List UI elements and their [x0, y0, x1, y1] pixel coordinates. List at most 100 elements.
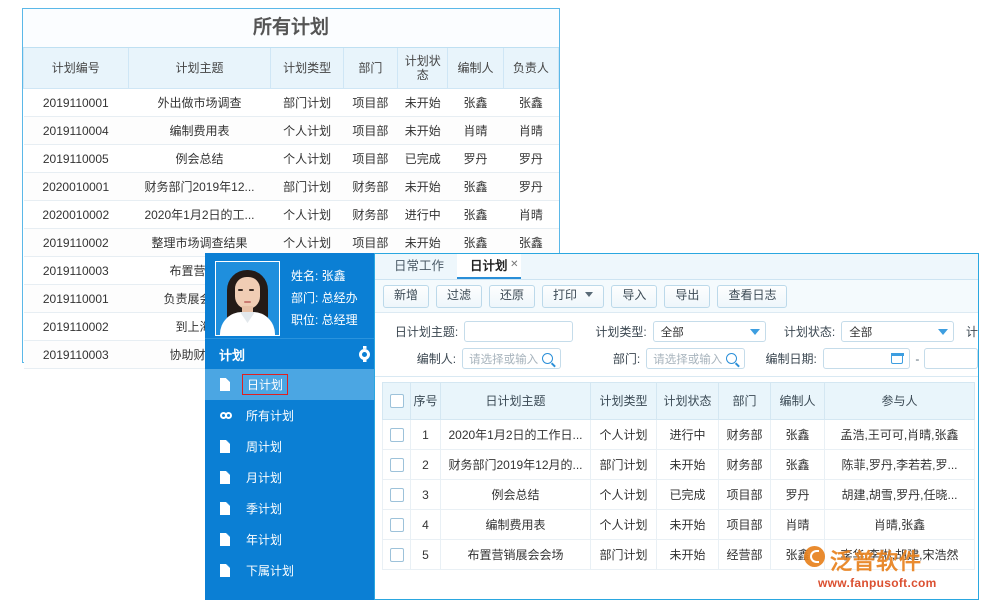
- checkbox-icon[interactable]: [390, 394, 404, 408]
- plan-status-label: 计划状态:: [766, 323, 842, 340]
- date-from-input[interactable]: [823, 348, 911, 369]
- cell-code: 2019110001: [24, 285, 129, 313]
- toolbar-button-0[interactable]: 新增: [383, 285, 429, 308]
- plan-type-select[interactable]: 全部: [653, 321, 766, 342]
- cell-owner: 罗丹: [503, 145, 558, 173]
- document-icon: [220, 378, 230, 391]
- document-icon: [220, 471, 230, 484]
- sidebar-item-1[interactable]: 所有计划: [205, 400, 383, 431]
- toolbar-button-3[interactable]: 打印: [542, 285, 604, 308]
- date-to-input[interactable]: [924, 348, 978, 369]
- sidebar-item-icon: [220, 502, 236, 515]
- document-icon: [220, 533, 230, 546]
- sidebar-item-0[interactable]: 日计划: [205, 369, 383, 400]
- checkbox-icon[interactable]: [390, 458, 404, 472]
- table-row[interactable]: 2020010001 财务部门2019年12... 部门计划 财务部 未开始 张…: [24, 173, 559, 201]
- sidebar-group-title: 计划: [219, 345, 245, 364]
- checkbox-icon[interactable]: [390, 488, 404, 502]
- table-row[interactable]: 2020010002 2020年1月2日的工... 个人计划 财务部 进行中 张…: [24, 201, 559, 229]
- toolbar-button-4[interactable]: 导入: [611, 285, 657, 308]
- search-icon[interactable]: [542, 353, 553, 364]
- sidebar-item-3[interactable]: 月计划: [205, 462, 383, 493]
- tab-label: 日计划: [470, 259, 508, 273]
- toolbar-button-label: 查看日志: [728, 288, 776, 302]
- toolbar: 新增 过滤 还原 打印 导入 导出 查看日志: [375, 280, 978, 313]
- cell-no: 4: [411, 510, 441, 540]
- toolbar-button-6[interactable]: 查看日志: [717, 285, 787, 308]
- search-icon[interactable]: [726, 353, 737, 364]
- table-row[interactable]: 4 编制费用表 个人计划 未开始 项目部 肖晴 肖晴,张鑫: [383, 510, 975, 540]
- author-filter-input[interactable]: 请选择或输入: [462, 348, 561, 369]
- sidebar-item-4[interactable]: 季计划: [205, 493, 383, 524]
- cell-subject[interactable]: 财务部门2019年12月的...: [441, 450, 591, 480]
- calendar-icon[interactable]: [891, 353, 903, 364]
- table-row[interactable]: 3 例会总结 个人计划 已完成 项目部 罗丹 胡建,胡雪,罗丹,任晓...: [383, 480, 975, 510]
- row-checkbox-cell[interactable]: [383, 510, 411, 540]
- tab-1[interactable]: 日计划 ✕: [457, 254, 521, 279]
- close-icon[interactable]: ✕: [510, 253, 518, 277]
- cell-no: 1: [411, 420, 441, 450]
- row-checkbox-cell[interactable]: [383, 420, 411, 450]
- sidebar-item-2[interactable]: 周计划: [205, 431, 383, 462]
- sidebar-item-label: 月计划: [242, 468, 286, 487]
- cell-status: 进行中: [657, 420, 719, 450]
- cell-code: 2019110002: [24, 313, 129, 341]
- row-checkbox-cell[interactable]: [383, 540, 411, 570]
- row-checkbox-cell[interactable]: [383, 450, 411, 480]
- select-all-cell[interactable]: [383, 383, 411, 420]
- toolbar-button-label: 导出: [675, 288, 699, 302]
- gear-icon[interactable]: [358, 348, 371, 361]
- cell-status: 未开始: [398, 173, 448, 201]
- cell-author: 罗丹: [771, 480, 825, 510]
- plan-status-select[interactable]: 全部: [841, 321, 954, 342]
- dept-filter-input[interactable]: 请选择或输入: [646, 348, 745, 369]
- tab-0[interactable]: 日常工作: [381, 254, 457, 279]
- tab-bar: 日常工作 日计划 ✕: [375, 254, 978, 280]
- cell-type: 个人计划: [591, 480, 657, 510]
- toolbar-button-5[interactable]: 导出: [664, 285, 710, 308]
- cell-author: 肖晴: [448, 117, 503, 145]
- checkbox-icon[interactable]: [390, 518, 404, 532]
- cell-subject[interactable]: 编制费用表: [441, 510, 591, 540]
- subject-filter-input[interactable]: [464, 321, 573, 342]
- cell-status: 进行中: [398, 201, 448, 229]
- dept-placeholder: 请选择或输入: [653, 351, 722, 367]
- sidebar-item-6[interactable]: 下属计划: [205, 555, 383, 586]
- all-plans-title: 所有计划: [23, 9, 559, 48]
- author-placeholder: 请选择或输入: [469, 351, 538, 367]
- sidebar-items: 日计划 所有计划 周计划 月计划 季计划 年计划 下属计划: [205, 369, 383, 586]
- table-row[interactable]: 2019110001 外出做市场调查 部门计划 项目部 未开始 张鑫 张鑫: [24, 89, 559, 117]
- table-row[interactable]: 2019110005 例会总结 个人计划 项目部 已完成 罗丹 罗丹: [24, 145, 559, 173]
- dept-filter-label: 部门:: [561, 350, 646, 367]
- cell-subject[interactable]: 例会总结: [441, 480, 591, 510]
- plan-type-value: 全部: [661, 324, 684, 340]
- subject-filter-label: 日计划主题:: [375, 323, 464, 340]
- cell-subject: 例会总结: [128, 145, 271, 173]
- cell-author: 张鑫: [448, 89, 503, 117]
- cell-type: 部门计划: [271, 173, 343, 201]
- cell-subject[interactable]: 2020年1月2日的工作日...: [441, 420, 591, 450]
- cell-subject[interactable]: 布置营销展会会场: [441, 540, 591, 570]
- table-row[interactable]: 1 2020年1月2日的工作日... 个人计划 进行中 财务部 张鑫 孟浩,王可…: [383, 420, 975, 450]
- cell-author: 张鑫: [771, 450, 825, 480]
- table-row[interactable]: 5 布置营销展会会场 部门计划 未开始 经营部 张鑫 李华,李琳,胡建,宋浩然: [383, 540, 975, 570]
- toolbar-button-2[interactable]: 还原: [489, 285, 535, 308]
- checkbox-icon[interactable]: [390, 428, 404, 442]
- toolbar-button-1[interactable]: 过滤: [436, 285, 482, 308]
- user-profile-card: 姓名: 张鑫 部门: 总经办 职位: 总经理: [205, 253, 383, 338]
- table-row[interactable]: 2 财务部门2019年12月的... 部门计划 未开始 财务部 张鑫 陈菲,罗丹…: [383, 450, 975, 480]
- user-position: 职位: 总经理: [291, 309, 358, 331]
- link-icon: [220, 410, 234, 421]
- cell-dept: 项目部: [719, 510, 771, 540]
- cell-owner: 罗丹: [503, 173, 558, 201]
- checkbox-icon[interactable]: [390, 548, 404, 562]
- cell-author: 张鑫: [771, 540, 825, 570]
- row-checkbox-cell[interactable]: [383, 480, 411, 510]
- table-row[interactable]: 2019110004 编制费用表 个人计划 项目部 未开始 肖晴 肖晴: [24, 117, 559, 145]
- all-plans-col-header: 计划类型: [271, 48, 343, 89]
- cell-subject: 2020年1月2日的工...: [128, 201, 271, 229]
- grid-col-header: 计划类型: [591, 383, 657, 420]
- cell-dept: 项目部: [343, 117, 397, 145]
- sidebar-item-5[interactable]: 年计划: [205, 524, 383, 555]
- grid-wrapper: 序号日计划主题计划类型计划状态部门编制人参与人 1 2020年1月2日的工作日.…: [375, 377, 978, 570]
